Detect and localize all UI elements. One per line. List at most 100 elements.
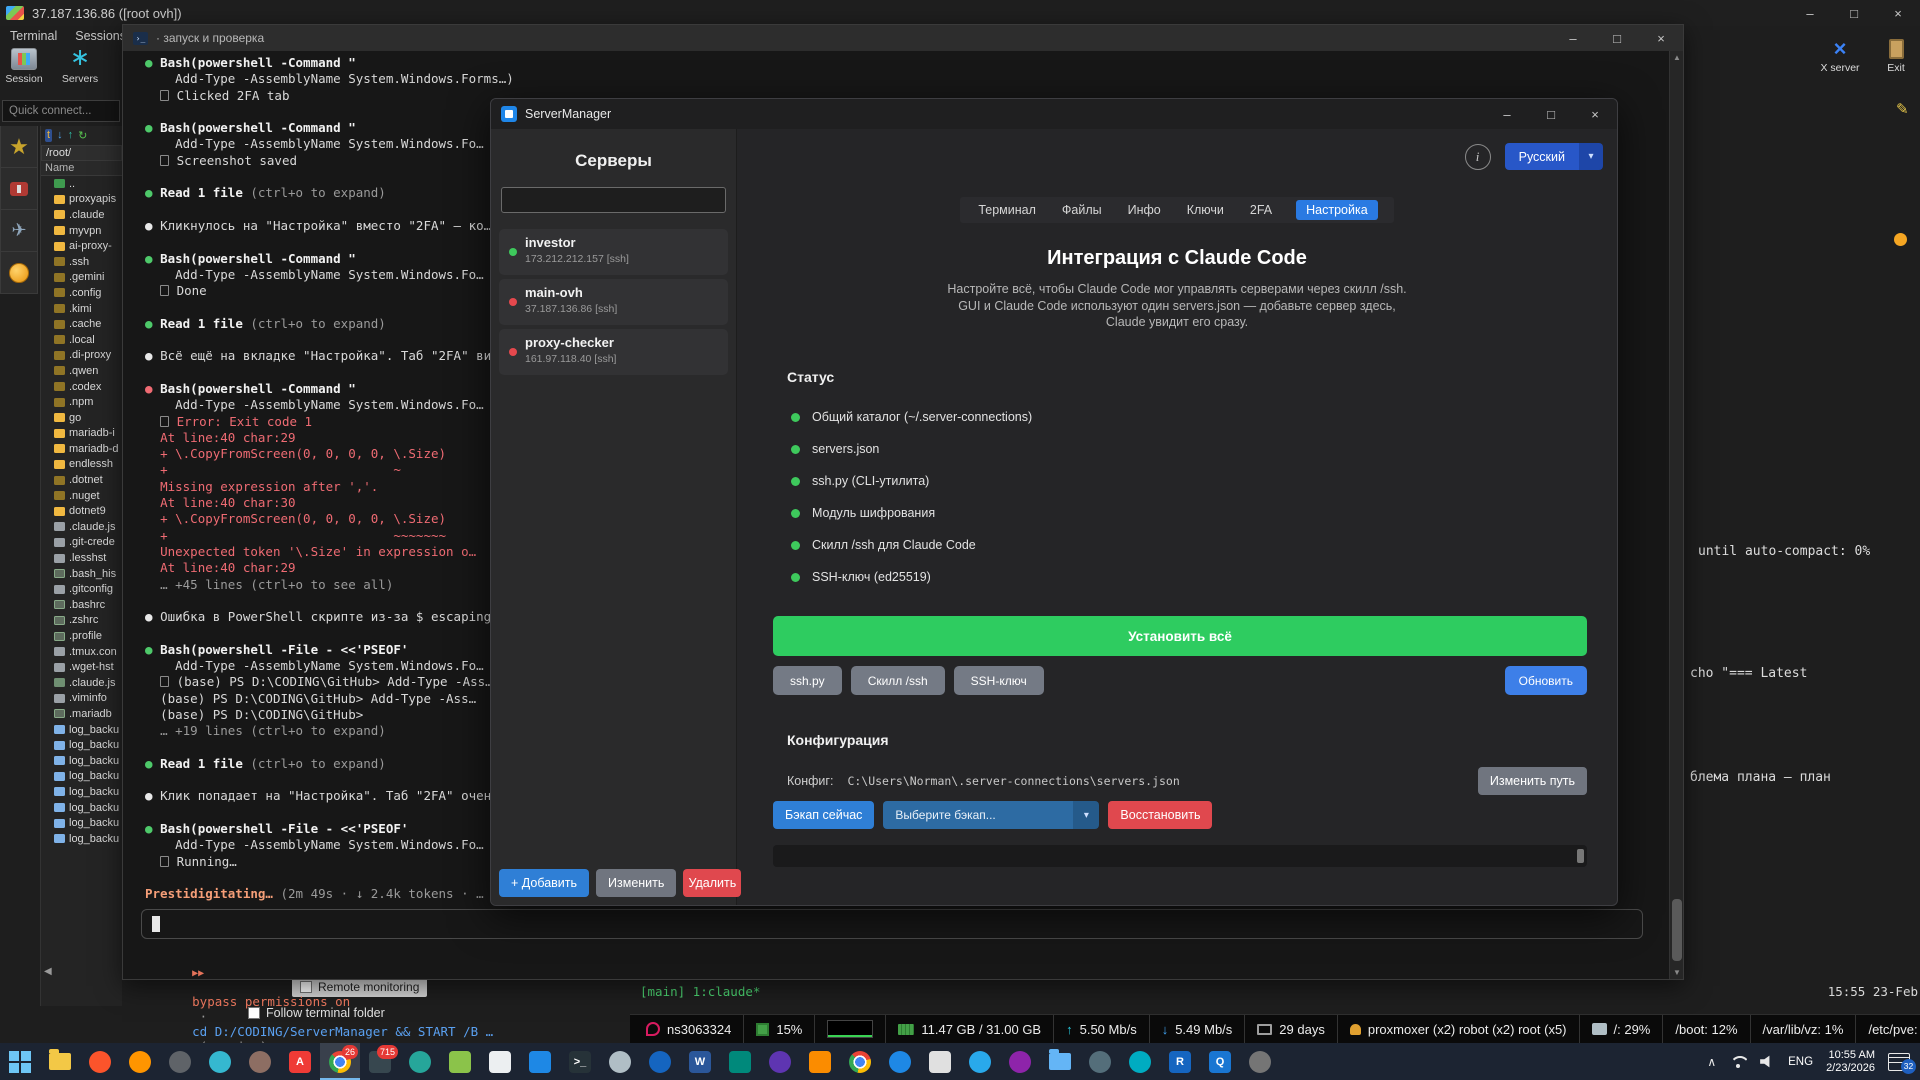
- taskbar-icon-app-teal[interactable]: [400, 1043, 440, 1080]
- favorites-tab[interactable]: ★: [0, 126, 38, 168]
- file-entry[interactable]: .lesshst: [41, 550, 122, 566]
- mobaxterm-close-button[interactable]: ×: [1876, 0, 1920, 26]
- taskbar-icon-folder-blue[interactable]: [1040, 1043, 1080, 1080]
- servers-button[interactable]: ∗ Servers: [58, 48, 102, 85]
- file-entry[interactable]: .gemini: [41, 270, 122, 286]
- file-entry[interactable]: log_backu: [41, 722, 122, 738]
- taskbar-icon-app-blue[interactable]: [520, 1043, 560, 1080]
- file-entry[interactable]: log_backu: [41, 800, 122, 816]
- backup-now-button[interactable]: Бэкап сейчас: [773, 801, 874, 829]
- sftp-path[interactable]: /root/: [41, 145, 122, 161]
- server-card-investor[interactable]: investor173.212.212.157 [ssh]: [499, 229, 728, 275]
- tab-Инфо[interactable]: Инфо: [1126, 200, 1163, 220]
- file-entry[interactable]: .claude.js: [41, 675, 122, 691]
- file-entry[interactable]: .codex: [41, 379, 122, 395]
- server-card-main-ovh[interactable]: main-ovh37.187.136.86 [ssh]: [499, 279, 728, 325]
- session-button[interactable]: Session: [2, 48, 46, 85]
- terminal-maximize-button[interactable]: □: [1595, 25, 1639, 51]
- language-select[interactable]: Русский ▾: [1505, 143, 1603, 170]
- file-entry[interactable]: .bashrc: [41, 597, 122, 613]
- taskbar-icon-app-slate[interactable]: [1080, 1043, 1120, 1080]
- servermanager-minimize-button[interactable]: –: [1485, 101, 1529, 127]
- delete-server-button[interactable]: Удалить: [683, 869, 741, 897]
- taskbar-clock[interactable]: 10:55 AM 2/23/2026: [1826, 1049, 1875, 1075]
- file-entry[interactable]: .zshrc: [41, 613, 122, 629]
- file-entry[interactable]: log_backu: [41, 815, 122, 831]
- mobaxterm-minimize-button[interactable]: –: [1788, 0, 1832, 26]
- file-entry[interactable]: log_backu: [41, 753, 122, 769]
- file-entry[interactable]: .kimi: [41, 301, 122, 317]
- tray-expand-icon[interactable]: ∧: [1707, 1055, 1716, 1069]
- file-entry[interactable]: .cache: [41, 316, 122, 332]
- taskbar-icon-tile-white[interactable]: [920, 1043, 960, 1080]
- taskbar-icon-app-violet[interactable]: [1000, 1043, 1040, 1080]
- taskbar-icon-chrome-2[interactable]: [840, 1043, 880, 1080]
- file-entry[interactable]: .git-crede: [41, 535, 122, 551]
- taskbar-icon-compass[interactable]: [880, 1043, 920, 1080]
- info-icon[interactable]: i: [1465, 144, 1491, 170]
- sshpy-chip-button[interactable]: ssh.py: [773, 666, 842, 695]
- taskbar-icon-anydesk[interactable]: A: [280, 1043, 320, 1080]
- taskbar-icon-app-blue2[interactable]: [640, 1043, 680, 1080]
- file-entry[interactable]: go: [41, 410, 122, 426]
- taskbar-icon-doc-white[interactable]: [480, 1043, 520, 1080]
- file-entry[interactable]: mariadb-d: [41, 441, 122, 457]
- install-all-button[interactable]: Установить всё: [773, 616, 1587, 656]
- taskbar-icon-doc-orange[interactable]: [800, 1043, 840, 1080]
- taskbar-icon-quick-app[interactable]: Q: [1200, 1043, 1240, 1080]
- change-path-button[interactable]: Изменить путь: [1478, 767, 1587, 795]
- upload-icon[interactable]: ↑: [68, 129, 74, 142]
- file-entry[interactable]: .config: [41, 285, 122, 301]
- taskbar-icon-app-brown[interactable]: [240, 1043, 280, 1080]
- servermanager-close-button[interactable]: ×: [1573, 101, 1617, 127]
- restore-button[interactable]: Восстановить: [1108, 801, 1212, 829]
- tab-Настройка[interactable]: Настройка: [1296, 200, 1378, 220]
- sftp-scroll-left[interactable]: ◀: [44, 966, 52, 977]
- mobaxterm-maximize-button[interactable]: □: [1832, 0, 1876, 26]
- scrollbar-thumb[interactable]: [1672, 899, 1682, 961]
- menu-terminal[interactable]: Terminal: [10, 29, 57, 43]
- taskbar-icon-notepad[interactable]: [440, 1043, 480, 1080]
- file-entry[interactable]: .dotnet: [41, 472, 122, 488]
- file-entry[interactable]: .tmux.con: [41, 644, 122, 660]
- file-entry[interactable]: .claude.js: [41, 519, 122, 535]
- file-entry[interactable]: endlessh: [41, 457, 122, 473]
- file-entry[interactable]: dotnet9: [41, 503, 122, 519]
- add-server-button[interactable]: + Добавить: [499, 869, 589, 897]
- refresh-icon[interactable]: ↻: [78, 129, 87, 142]
- output-scrollbar-thumb[interactable]: [1577, 849, 1584, 863]
- quick-connect-input[interactable]: [2, 100, 120, 122]
- file-entry[interactable]: ai-proxy-: [41, 238, 122, 254]
- file-entry[interactable]: .local: [41, 332, 122, 348]
- file-entry[interactable]: .viminfo: [41, 691, 122, 707]
- file-entry[interactable]: .nuget: [41, 488, 122, 504]
- remote-tab[interactable]: [0, 252, 38, 294]
- file-entry[interactable]: .claude: [41, 207, 122, 223]
- file-entry[interactable]: myvpn: [41, 223, 122, 239]
- server-card-proxy-checker[interactable]: proxy-checker161.97.118.40 [ssh]: [499, 329, 728, 375]
- scroll-up-icon[interactable]: ▲: [1670, 53, 1684, 62]
- file-entry[interactable]: .qwen: [41, 363, 122, 379]
- taskbar-icon-start[interactable]: [0, 1043, 40, 1080]
- file-entry[interactable]: .ssh: [41, 254, 122, 270]
- speaker-icon[interactable]: [1760, 1055, 1775, 1068]
- taskbar-icon-app-cyan[interactable]: [1120, 1043, 1160, 1080]
- file-entry[interactable]: log_backu: [41, 737, 122, 753]
- x-server-button[interactable]: × X server: [1812, 36, 1868, 74]
- taskbar-icon-edge[interactable]: [200, 1043, 240, 1080]
- terminal-scrollbar[interactable]: ▲ ▼: [1669, 51, 1683, 979]
- server-search-input[interactable]: [501, 187, 726, 213]
- file-entry[interactable]: log_backu: [41, 769, 122, 785]
- wifi-icon[interactable]: [1729, 1055, 1747, 1068]
- sftp-tab[interactable]: ✈: [0, 210, 38, 252]
- orange-dot-icon[interactable]: [1894, 233, 1907, 246]
- taskbar-icon-terminal[interactable]: >_: [560, 1043, 600, 1080]
- taskbar-icon-gimp[interactable]: [1240, 1043, 1280, 1080]
- tab-Ключи[interactable]: Ключи: [1185, 200, 1226, 220]
- backup-select[interactable]: Выберите бэкап... ▾: [883, 801, 1099, 829]
- menu-sessions[interactable]: Sessions: [75, 29, 126, 43]
- file-entry[interactable]: mariadb-i: [41, 426, 122, 442]
- keyboard-language[interactable]: ENG: [1788, 1056, 1813, 1068]
- taskbar-icon-file-explorer[interactable]: [40, 1043, 80, 1080]
- taskbar-icon-app-purple[interactable]: [760, 1043, 800, 1080]
